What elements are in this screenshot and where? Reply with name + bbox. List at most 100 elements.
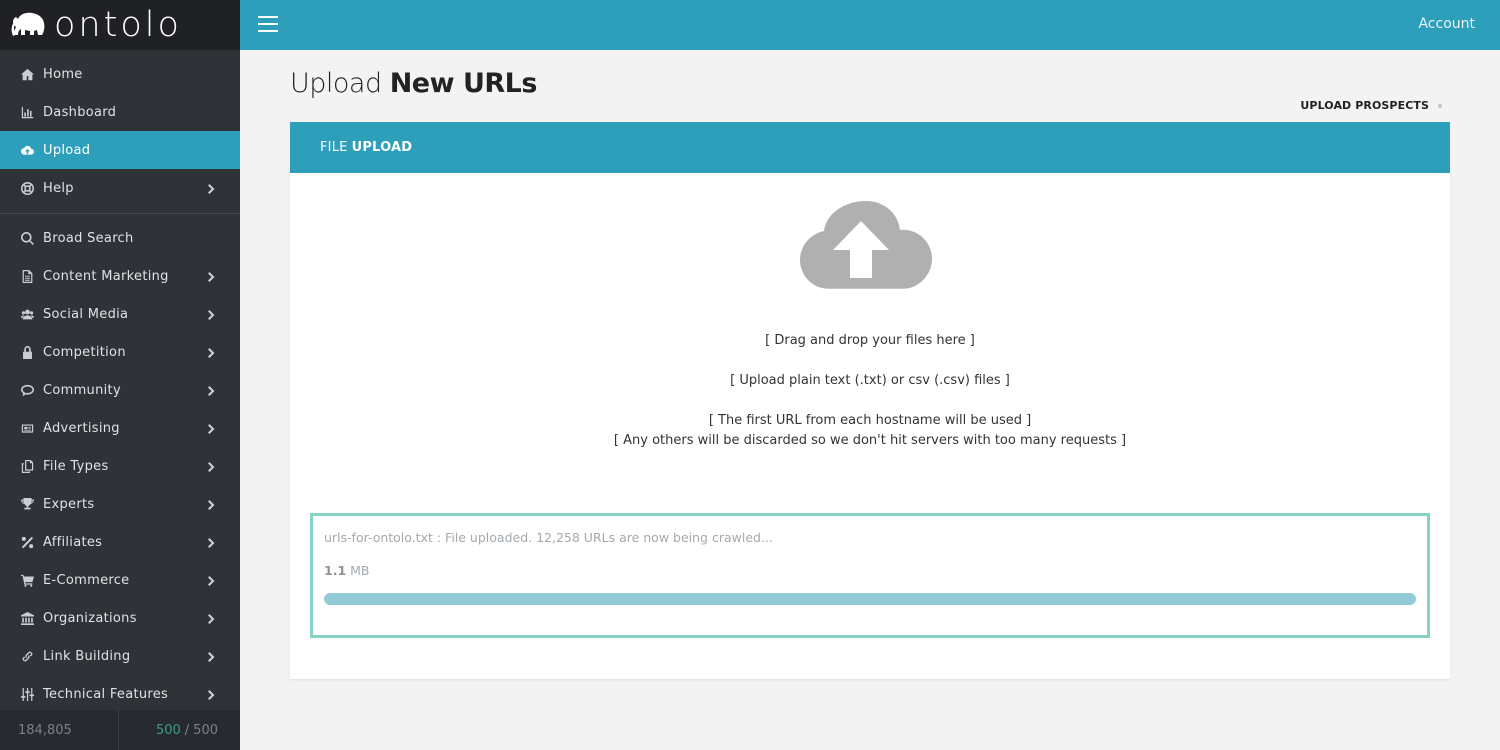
sidebar-item-affiliates[interactable]: Affiliates [0,523,240,561]
breadcrumb: UPLOAD PROSPECTS [1300,99,1442,112]
sidebar-item-e-commerce[interactable]: E-Commerce [0,561,240,599]
brand-name: ontolo [54,4,182,45]
sidebar-item-label: Experts [43,496,95,512]
sidebar-item-advertising[interactable]: Advertising [0,409,240,447]
dropzone-instruction: [ Upload plain text (.txt) or csv (.csv)… [730,373,1010,388]
chevron-right-icon [208,461,216,472]
sidebar: ontolo Home Dashboard Upload Help Broad … [0,0,240,750]
page-title-light: Upload [290,68,382,99]
chevron-right-icon [208,651,216,662]
chevron-right-icon [208,347,216,358]
sidebar-item-help[interactable]: Help [0,169,240,207]
sidebar-item-file-types[interactable]: File Types [0,447,240,485]
quota-used: 500 [155,722,181,738]
page-title: Upload New URLs [290,68,537,99]
file-size-value: 1.1 [324,563,347,578]
sidebar-item-label: Help [43,180,74,196]
sidebar-item-dashboard[interactable]: Dashboard [0,93,240,131]
sidebar-item-community[interactable]: Community [0,371,240,409]
chevron-right-icon [208,575,216,586]
breadcrumb-current: UPLOAD PROSPECTS [1300,99,1429,112]
sidebar-item-organizations[interactable]: Organizations [0,599,240,637]
sidebar-item-label: Social Media [43,306,129,322]
menu-toggle-icon[interactable] [258,16,278,32]
file-text-icon [20,269,34,283]
upload-progress-fill [324,593,1416,605]
home-icon [20,67,34,81]
file-size-unit: MB [350,563,370,578]
sidebar-item-label: Community [43,382,121,398]
sidebar-item-content-marketing[interactable]: Content Marketing [0,257,240,295]
sidebar-item-broad-search[interactable]: Broad Search [0,219,240,257]
shopping-cart-icon [20,573,34,587]
bank-icon [20,611,34,625]
chevron-right-icon [208,613,216,624]
sidebar-item-label: Dashboard [43,104,117,120]
account-menu[interactable]: Account [1418,16,1475,32]
sidebar-item-label: Technical Features [43,686,169,702]
dropzone-instruction: [ The first URL from each hostname will … [708,413,1032,428]
chevron-right-icon [208,537,216,548]
file-upload-panel: FILE UPLOAD [ Drag and drop your files h… [290,122,1450,679]
comments-icon [20,383,34,397]
quota-limit: 500 [193,722,218,738]
brand-logo[interactable]: ontolo [0,0,240,50]
panel-header: FILE UPLOAD [290,122,1450,173]
link-icon [20,649,34,663]
breadcrumb-dot [1438,103,1442,108]
sidebar-item-label: Home [43,66,83,82]
page-title-bold: New URLs [389,68,538,99]
sidebar-item-home[interactable]: Home [0,55,240,93]
search-icon [20,231,34,245]
sidebar-item-social-media[interactable]: Social Media [0,295,240,333]
chevron-right-icon [208,271,216,282]
uploaded-file-item: urls-for-ontolo.txt : File uploaded. 12,… [310,513,1430,638]
panel-header-light: FILE [320,140,348,155]
sidebar-item-experts[interactable]: Experts [0,485,240,523]
dropzone-instruction: [ Drag and drop your files here ] [765,333,975,348]
lock-icon [20,345,34,359]
chevron-right-icon [208,385,216,396]
sidebar-item-label: Link Building [43,648,131,664]
sidebar-divider [0,213,240,214]
panel-header-bold: UPLOAD [351,140,413,155]
upload-status-text: urls-for-ontolo.txt : File uploaded. 12,… [324,530,773,545]
sliders-icon [20,687,34,701]
sidebar-item-label: Content Marketing [43,268,169,284]
quota-counter: 500 / 500 [119,710,241,750]
sidebar-item-label: File Types [43,458,109,474]
trophy-icon [20,497,34,511]
chevron-right-icon [208,689,216,700]
sidebar-item-label: Broad Search [43,230,134,246]
life-ring-icon [20,181,34,195]
sidebar-footer: 184,805 500 / 500 [0,710,240,750]
top-bar: Account [240,0,1500,50]
percent-icon [20,535,34,549]
sidebar-primary-nav: Home Dashboard Upload Help [0,50,240,207]
users-icon [20,307,34,321]
sidebar-item-label: Affiliates [43,534,103,550]
sidebar-item-label: E-Commerce [43,572,130,588]
upload-progress-bar [324,593,1416,605]
sidebar-item-label: Advertising [43,420,120,436]
credits-total: 184,805 [0,710,119,750]
sidebar-item-technical-features[interactable]: Technical Features [0,675,240,713]
chevron-right-icon [208,423,216,434]
chevron-right-icon [208,309,216,320]
dropzone-instruction: [ Any others will be discarded so we don… [613,433,1127,448]
chevron-right-icon [208,499,216,510]
sidebar-item-label: Upload [43,142,91,158]
chevron-right-icon [208,183,216,194]
file-size: 1.1 MB [324,563,370,578]
sidebar-item-link-building[interactable]: Link Building [0,637,240,675]
elephant-logo-icon [11,12,45,36]
files-icon [20,459,34,473]
cloud-upload-icon [800,201,932,289]
file-dropzone[interactable]: [ Drag and drop your files here ] [ Uplo… [290,173,1450,473]
sidebar-item-label: Competition [43,344,126,360]
cloud-upload-icon [20,143,34,157]
sidebar-item-label: Organizations [43,610,137,626]
sidebar-item-competition[interactable]: Competition [0,333,240,371]
sidebar-item-upload[interactable]: Upload [0,131,240,169]
quota-separator: / [184,722,190,738]
